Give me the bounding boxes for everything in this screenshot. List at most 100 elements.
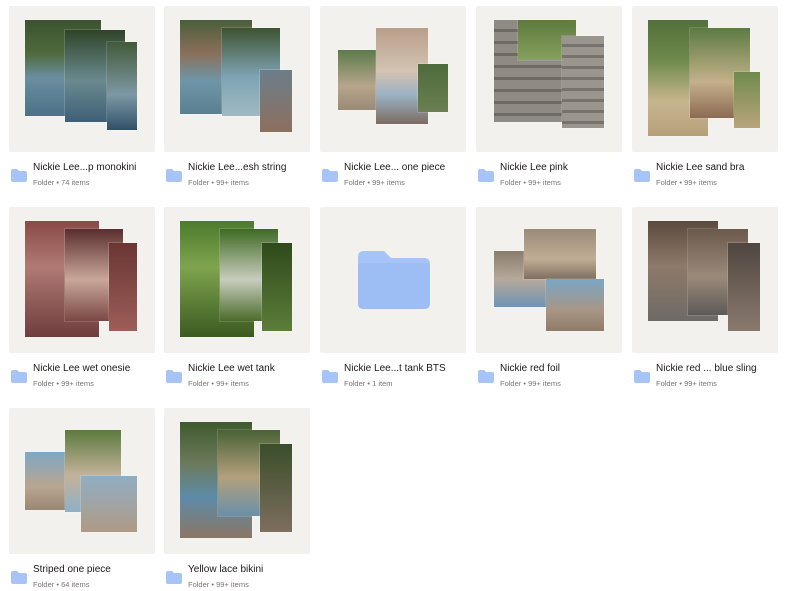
separator-dot: • bbox=[679, 379, 682, 388]
thumbnail-photo bbox=[262, 243, 292, 331]
folder-type: Folder bbox=[344, 379, 366, 388]
folder-details: Folder • 74 items bbox=[33, 178, 155, 187]
folder-icon bbox=[478, 169, 494, 182]
folder-icon bbox=[358, 251, 430, 309]
separator-dot: • bbox=[56, 379, 59, 388]
folder-thumbnail bbox=[164, 207, 310, 353]
folder-details: Folder • 99+ items bbox=[656, 178, 778, 187]
folder-name[interactable]: Nickie Lee... one piece bbox=[344, 162, 466, 173]
folder-type: Folder bbox=[33, 580, 55, 589]
folder-name[interactable]: Nickie red foil bbox=[500, 363, 622, 374]
folder-tile[interactable]: Nickie Lee...p monokini Folder • 74 item… bbox=[9, 6, 155, 196]
folder-details: Folder • 64 items bbox=[33, 580, 155, 589]
item-count: 99+ items bbox=[372, 178, 405, 187]
folder-tile[interactable]: Nickie Lee sand bra Folder • 99+ items bbox=[632, 6, 778, 196]
folder-name[interactable]: Nickie Lee...t tank BTS bbox=[344, 363, 466, 374]
folder-icon bbox=[11, 571, 27, 584]
folder-thumbnail bbox=[9, 207, 155, 353]
folder-details: Folder • 99+ items bbox=[188, 580, 310, 589]
folder-type: Folder bbox=[656, 178, 678, 187]
folder-details: Folder • 99+ items bbox=[33, 379, 155, 388]
folder-type: Folder bbox=[656, 379, 678, 388]
folder-meta: Nickie Lee...esh string Folder • 99+ ite… bbox=[164, 158, 310, 194]
folder-type: Folder bbox=[188, 580, 210, 589]
folder-name[interactable]: Nickie Lee...esh string bbox=[188, 162, 310, 173]
folder-tile[interactable]: Nickie Lee pink Folder • 99+ items bbox=[476, 6, 622, 196]
separator-dot: • bbox=[211, 580, 214, 589]
folder-details: Folder • 99+ items bbox=[500, 379, 622, 388]
thumbnail-photo bbox=[260, 70, 292, 132]
folder-icon bbox=[634, 370, 650, 383]
folder-name[interactable]: Nickie Lee...p monokini bbox=[33, 162, 155, 173]
folder-thumbnail bbox=[9, 408, 155, 554]
thumbnail-photo bbox=[109, 243, 137, 331]
folder-thumbnail bbox=[320, 207, 466, 353]
separator-dot: • bbox=[56, 580, 59, 589]
folder-tile[interactable]: Yellow lace bikini Folder • 99+ items bbox=[164, 408, 310, 591]
folder-details: Folder • 99+ items bbox=[188, 178, 310, 187]
folder-icon bbox=[322, 169, 338, 182]
folder-type: Folder bbox=[500, 178, 522, 187]
folder-tile[interactable]: Nickie Lee... one piece Folder • 99+ ite… bbox=[320, 6, 466, 196]
separator-dot: • bbox=[523, 178, 526, 187]
folder-details: Folder • 99+ items bbox=[500, 178, 622, 187]
separator-dot: • bbox=[211, 379, 214, 388]
folder-tile[interactable]: Nickie red ... blue sling Folder • 99+ i… bbox=[632, 207, 778, 397]
separator-dot: • bbox=[211, 178, 214, 187]
folder-thumbnail bbox=[632, 207, 778, 353]
folder-thumbnail bbox=[476, 6, 622, 152]
separator-dot: • bbox=[367, 178, 370, 187]
folder-meta: Nickie Lee...p monokini Folder • 74 item… bbox=[9, 158, 155, 194]
folder-thumbnail bbox=[320, 6, 466, 152]
thumbnail-photo bbox=[81, 476, 137, 532]
item-count: 99+ items bbox=[216, 379, 249, 388]
item-count: 99+ items bbox=[528, 178, 561, 187]
thumbnail-photo bbox=[562, 36, 604, 128]
thumbnail-photo bbox=[728, 243, 760, 331]
folder-type: Folder bbox=[344, 178, 366, 187]
folder-icon bbox=[11, 169, 27, 182]
folder-name[interactable]: Nickie Lee wet onesie bbox=[33, 363, 155, 374]
folder-name[interactable]: Nickie Lee pink bbox=[500, 162, 622, 173]
folder-thumbnail bbox=[164, 408, 310, 554]
folder-meta: Striped one piece Folder • 64 items bbox=[9, 560, 155, 591]
folder-meta: Nickie Lee wet onesie Folder • 99+ items bbox=[9, 359, 155, 395]
folder-type: Folder bbox=[33, 178, 55, 187]
folder-name[interactable]: Yellow lace bikini bbox=[188, 564, 310, 575]
folder-type: Folder bbox=[500, 379, 522, 388]
folder-meta: Nickie Lee...t tank BTS Folder • 1 item bbox=[320, 359, 466, 395]
folder-name[interactable]: Striped one piece bbox=[33, 564, 155, 575]
folder-thumbnail bbox=[9, 6, 155, 152]
folder-icon bbox=[166, 169, 182, 182]
thumbnail-photo bbox=[524, 229, 596, 279]
folder-details: Folder • 99+ items bbox=[188, 379, 310, 388]
folder-tile[interactable]: Nickie Lee...esh string Folder • 99+ ite… bbox=[164, 6, 310, 196]
folder-icon bbox=[11, 370, 27, 383]
folder-tile[interactable]: Nickie red foil Folder • 99+ items bbox=[476, 207, 622, 397]
folder-name[interactable]: Nickie Lee wet tank bbox=[188, 363, 310, 374]
separator-dot: • bbox=[367, 379, 370, 388]
item-count: 74 items bbox=[61, 178, 90, 187]
thumbnail-photo bbox=[734, 72, 760, 128]
thumbnail-photo bbox=[107, 42, 137, 130]
folder-tile[interactable]: Nickie Lee wet onesie Folder • 99+ items bbox=[9, 207, 155, 397]
folder-grid: Nickie Lee...p monokini Folder • 74 item… bbox=[0, 0, 800, 591]
folder-meta: Nickie red ... blue sling Folder • 99+ i… bbox=[632, 359, 778, 395]
folder-type: Folder bbox=[188, 178, 210, 187]
folder-icon bbox=[478, 370, 494, 383]
folder-name[interactable]: Nickie red ... blue sling bbox=[656, 363, 778, 374]
folder-tile[interactable]: Nickie Lee...t tank BTS Folder • 1 item bbox=[320, 207, 466, 397]
item-count: 99+ items bbox=[684, 178, 717, 187]
item-count: 99+ items bbox=[216, 178, 249, 187]
folder-meta: Nickie Lee pink Folder • 99+ items bbox=[476, 158, 622, 194]
folder-tile[interactable]: Striped one piece Folder • 64 items bbox=[9, 408, 155, 591]
folder-meta: Nickie Lee sand bra Folder • 99+ items bbox=[632, 158, 778, 194]
item-count: 99+ items bbox=[684, 379, 717, 388]
folder-thumbnail bbox=[476, 207, 622, 353]
folder-name[interactable]: Nickie Lee sand bra bbox=[656, 162, 778, 173]
thumbnail-photo bbox=[546, 279, 604, 331]
folder-meta: Nickie red foil Folder • 99+ items bbox=[476, 359, 622, 395]
folder-icon bbox=[166, 370, 182, 383]
separator-dot: • bbox=[56, 178, 59, 187]
folder-tile[interactable]: Nickie Lee wet tank Folder • 99+ items bbox=[164, 207, 310, 397]
